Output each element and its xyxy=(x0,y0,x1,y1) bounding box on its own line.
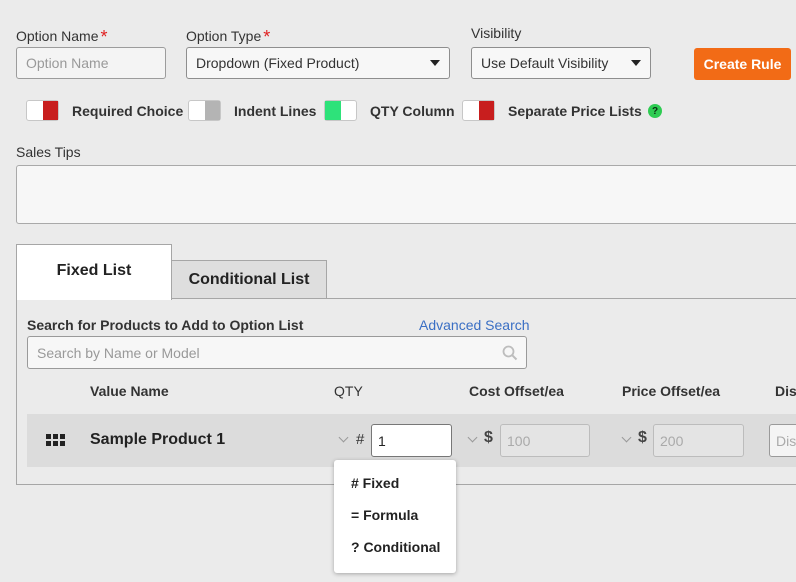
product-search-input[interactable]: Search by Name or Model xyxy=(27,336,527,369)
cost-prefix: $ xyxy=(484,429,493,446)
column-header-qty: QTY xyxy=(334,383,363,399)
qty-column-toggle[interactable] xyxy=(324,100,357,121)
visibility-label: Visibility xyxy=(471,25,522,41)
menu-item-fixed[interactable]: # Fixed xyxy=(351,475,399,491)
toggle-knob xyxy=(27,101,43,120)
tab-fixed-list[interactable]: Fixed List xyxy=(16,244,172,300)
caret-down-icon xyxy=(631,60,641,66)
cost-offset-input[interactable]: 100 xyxy=(500,424,590,457)
toggle-state-off xyxy=(42,101,58,120)
sales-tips-label: Sales Tips xyxy=(16,144,81,160)
caret-down-icon xyxy=(430,60,440,66)
indent-lines-toggle[interactable] xyxy=(188,100,221,121)
toggle-knob xyxy=(341,101,357,120)
menu-item-conditional[interactable]: ? Conditional xyxy=(351,539,440,555)
option-type-select[interactable]: Dropdown (Fixed Product) xyxy=(186,47,450,79)
toggle-state-on xyxy=(325,101,341,120)
price-offset-input[interactable]: 200 xyxy=(653,424,744,457)
toggle-knob xyxy=(463,101,479,120)
qty-type-menu: # Fixed = Formula ? Conditional xyxy=(334,460,456,573)
option-name-input[interactable]: Option Name xyxy=(16,47,166,79)
qty-input[interactable]: 1 xyxy=(371,424,452,457)
toggle-state-off xyxy=(478,101,494,120)
indent-lines-label: Indent Lines xyxy=(234,103,317,119)
toggle-knob xyxy=(189,101,205,120)
tab-conditional-list[interactable]: Conditional List xyxy=(171,260,327,299)
required-asterisk: * xyxy=(100,27,108,47)
qty-prefix: # xyxy=(356,431,365,448)
column-header-discount: Dis xyxy=(775,383,796,399)
separate-price-lists-label: Separate Price Lists xyxy=(508,103,642,119)
option-name-label: Option Name * xyxy=(16,27,108,47)
qty-column-label: QTY Column xyxy=(370,103,455,119)
drag-handle-icon[interactable] xyxy=(46,434,66,447)
column-header-value-name: Value Name xyxy=(90,383,169,399)
separate-price-lists-toggle[interactable] xyxy=(462,100,495,121)
advanced-search-link[interactable]: Advanced Search xyxy=(419,317,530,333)
discount-input[interactable]: Dis xyxy=(769,424,796,457)
required-choice-toggle[interactable] xyxy=(26,100,59,121)
required-asterisk: * xyxy=(263,27,271,47)
option-type-label: Option Type * xyxy=(186,27,271,47)
sales-tips-textarea[interactable] xyxy=(16,165,796,224)
help-icon[interactable]: ? xyxy=(648,104,662,118)
visibility-select[interactable]: Use Default Visibility xyxy=(471,47,651,79)
required-choice-label: Required Choice xyxy=(72,103,184,119)
toggle-state-disabled xyxy=(204,101,220,120)
row-value-name: Sample Product 1 xyxy=(90,431,226,448)
menu-item-formula[interactable]: = Formula xyxy=(351,507,418,523)
column-header-price-offset: Price Offset/ea xyxy=(622,383,721,399)
create-rule-button[interactable]: Create Rule xyxy=(694,48,791,80)
column-header-cost-offset: Cost Offset/ea xyxy=(469,383,564,399)
price-prefix: $ xyxy=(638,429,647,446)
search-icon xyxy=(502,345,518,360)
search-products-label: Search for Products to Add to Option Lis… xyxy=(27,317,304,333)
